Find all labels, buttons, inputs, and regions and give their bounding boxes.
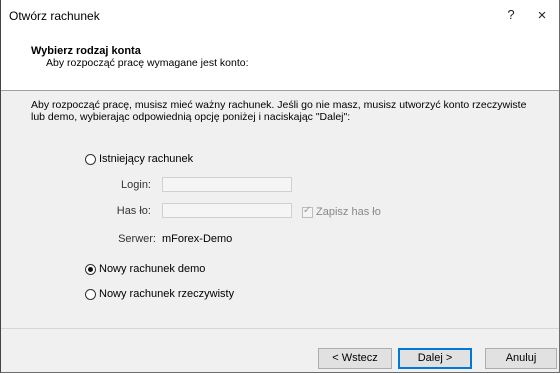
radio-real-account[interactable]: Nowy rachunek rzeczywisty: [85, 288, 234, 300]
radio-real-label: Nowy rachunek rzeczywisty: [99, 288, 235, 300]
open-account-dialog: Otwórz rachunek ? × Wybierz rodzaj konta…: [0, 0, 560, 373]
back-button[interactable]: < Wstecz: [318, 348, 392, 369]
cancel-button[interactable]: Anuluj: [485, 348, 557, 369]
save-password-label: Zapisz has ło: [316, 206, 381, 218]
wizard-header: Wybierz rodzaj konta Aby rozpocząć pracę…: [1, 38, 559, 91]
checkbox-box[interactable]: [302, 205, 313, 218]
header-title: Wybierz rodzaj konta: [31, 45, 141, 57]
save-password-checkbox[interactable]: Zapisz has ło: [302, 205, 381, 218]
radio-circle[interactable]: [85, 153, 96, 165]
help-button[interactable]: ?: [496, 7, 526, 27]
radio-existing-label: Istniejący rachunek: [99, 153, 194, 165]
server-label: Serwer:: [118, 233, 156, 245]
next-button[interactable]: Dalej >: [398, 348, 472, 369]
login-field[interactable]: [162, 177, 292, 192]
server-value: mForex-Demo: [162, 233, 233, 245]
password-label: Has ło:: [116, 205, 151, 217]
close-button[interactable]: ×: [527, 7, 557, 27]
radio-demo-account[interactable]: Nowy rachunek demo: [85, 263, 205, 275]
title-bar: Otwórz rachunek ? ×: [1, 0, 559, 30]
login-label: Login:: [121, 179, 151, 191]
wizard-content: Aby rozpocząć pracę, musisz mieć ważny r…: [1, 91, 559, 328]
intro-text: Aby rozpocząć pracę, musisz mieć ważny r…: [31, 99, 527, 123]
radio-circle[interactable]: [85, 288, 96, 300]
radio-demo-label: Nowy rachunek demo: [99, 263, 206, 275]
radio-existing-account[interactable]: Istniejący rachunek: [85, 153, 193, 165]
radio-circle-selected[interactable]: [85, 263, 96, 275]
wizard-footer: < Wstecz Dalej > Anuluj: [1, 329, 559, 372]
header-subtitle: Aby rozpocząć pracę wymagane jest konto:: [46, 57, 249, 69]
password-field[interactable]: [162, 203, 292, 218]
window-title: Otwórz rachunek: [9, 9, 100, 23]
